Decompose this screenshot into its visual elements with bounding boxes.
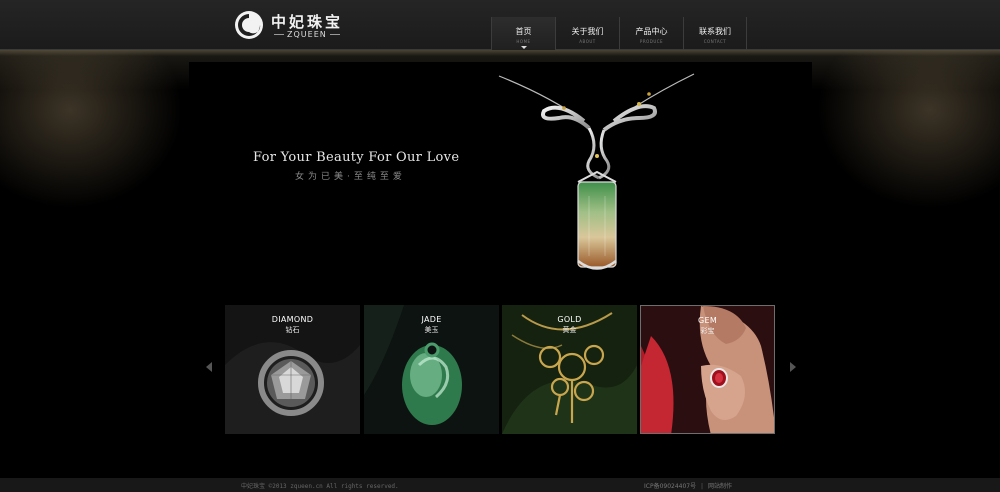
nav-item-about-label: 关于我们 xyxy=(571,27,604,36)
icp-link[interactable]: ICP备09024407号 xyxy=(644,483,696,490)
logo-mark-icon xyxy=(235,11,263,39)
nav-item-contact-sublabel: CONTACT xyxy=(703,39,727,44)
nav-item-about-sublabel: ABOUT xyxy=(579,39,596,44)
nav-active-caret-icon xyxy=(521,46,527,49)
product-card-gem[interactable]: GEM 彩宝 xyxy=(640,305,775,434)
nav-item-contact-label: 联系我们 xyxy=(699,27,731,36)
product-card-subtitle: 黄金 xyxy=(562,326,577,334)
site-design-link[interactable]: 网站制作 xyxy=(708,483,732,490)
carousel-next-arrow-icon[interactable] xyxy=(790,362,796,372)
nav-item-products-label: 产品中心 xyxy=(635,27,668,36)
product-card-gold[interactable]: GOLD 黄金 xyxy=(502,305,637,434)
nav-item-home-sublabel: HOME xyxy=(516,39,531,44)
carousel-prev-arrow-icon[interactable] xyxy=(206,362,212,372)
product-card-title: GOLD xyxy=(557,315,582,324)
logo-english-name: ZQUEEN xyxy=(271,30,343,39)
product-card-subtitle: 美玉 xyxy=(424,326,439,334)
logo-chinese-name: 中妃珠宝 xyxy=(271,13,344,31)
nav-item-products-sublabel: PRODUCE xyxy=(639,39,664,44)
footer-right-links: ICP备09024407号 | 网站制作 xyxy=(644,481,732,490)
nav-item-home[interactable]: 首页 HOME xyxy=(491,17,555,50)
product-card-jade[interactable]: JADE 美玉 xyxy=(364,305,499,434)
hero-tagline-chinese: 女为已美·至纯至爱 xyxy=(295,172,406,182)
nav-item-home-label: 首页 xyxy=(515,27,532,36)
logo[interactable]: 中妃珠宝 ZQUEEN xyxy=(233,9,353,43)
nav-item-contact[interactable]: 联系我们 CONTACT xyxy=(683,17,747,50)
product-card-subtitle: 钻石 xyxy=(285,326,300,334)
product-card-subtitle: 彩宝 xyxy=(700,327,715,335)
product-card-title: DIAMOND xyxy=(271,315,314,324)
site-footer: 中妃珠宝 ©2013 zqueen.cn All rights reserved… xyxy=(0,478,1000,492)
product-card-title: GEM xyxy=(697,316,718,325)
site-header: 中妃珠宝 ZQUEEN 首页 HOME 关于我们 ABOUT 产品中心 PROD… xyxy=(0,0,1000,50)
nav-item-about[interactable]: 关于我们 ABOUT xyxy=(555,17,619,50)
main-nav: 首页 HOME 关于我们 ABOUT 产品中心 PRODUCE 联系我们 CON… xyxy=(491,17,747,50)
hero-tagline: For Your Beauty For Our Love xyxy=(253,150,460,165)
product-card-title: JADE xyxy=(421,315,442,324)
nav-item-products[interactable]: 产品中心 PRODUCE xyxy=(619,17,683,50)
footer-copyright: 中妃珠宝 ©2013 zqueen.cn All rights reserved… xyxy=(241,483,399,490)
footer-separator: | xyxy=(701,483,704,490)
hero-banner: For Your Beauty For Our Love 女为已美·至纯至爱 xyxy=(189,62,812,277)
product-card-diamond[interactable]: DIAMOND 钻石 xyxy=(225,305,360,434)
necklace-image xyxy=(498,73,695,270)
